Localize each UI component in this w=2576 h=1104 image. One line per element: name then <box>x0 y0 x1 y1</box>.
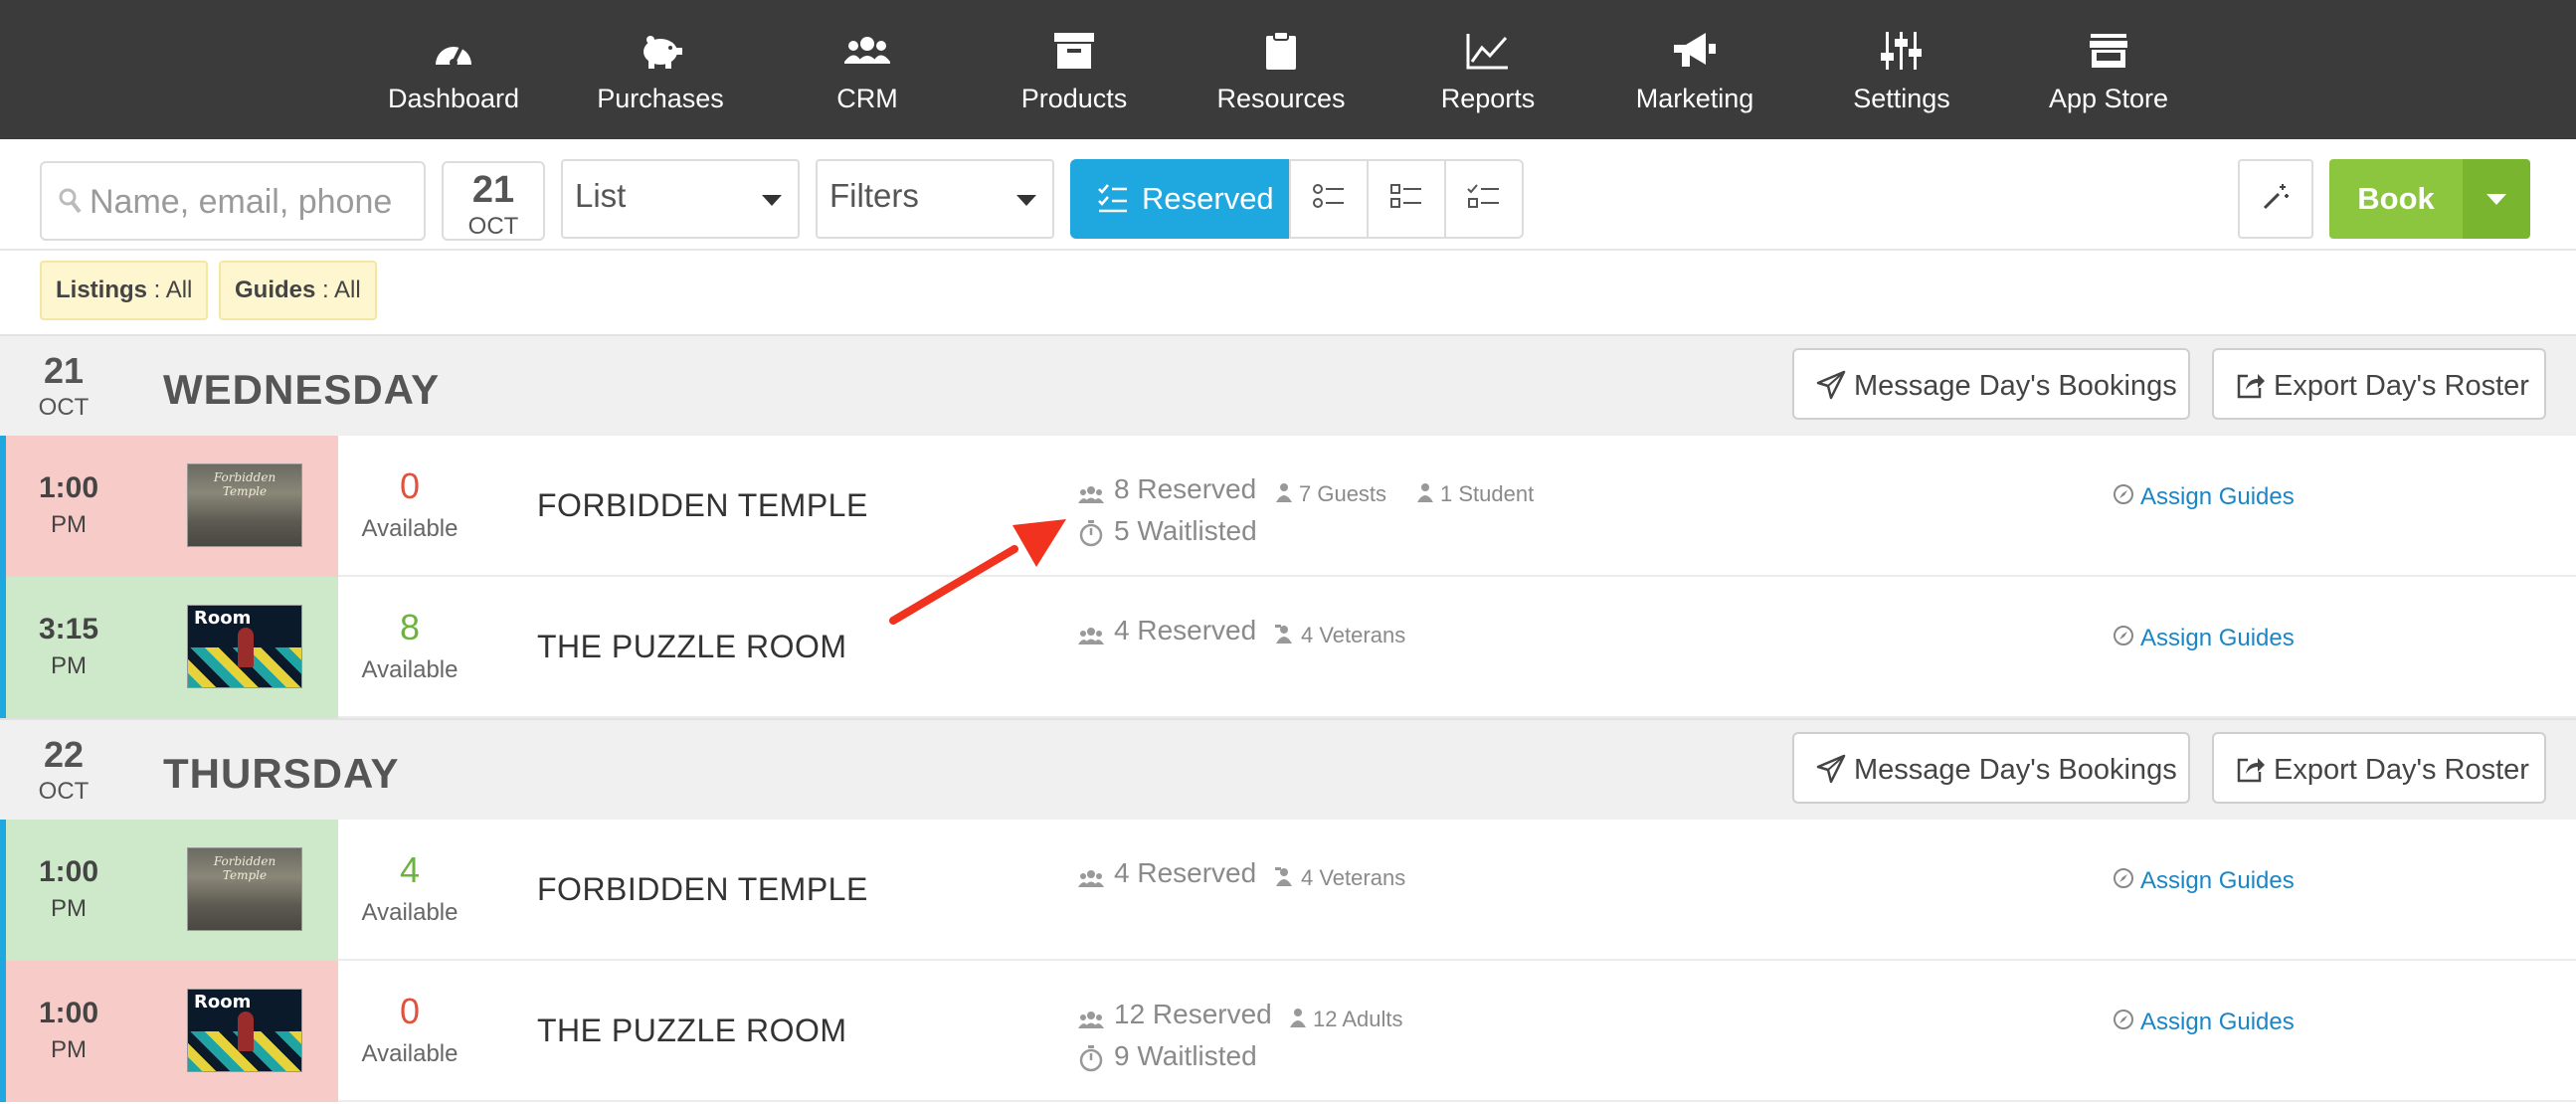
arrow-head <box>1012 519 1066 567</box>
annotation-arrow <box>889 519 1066 625</box>
arrow-shaft <box>889 545 1018 625</box>
